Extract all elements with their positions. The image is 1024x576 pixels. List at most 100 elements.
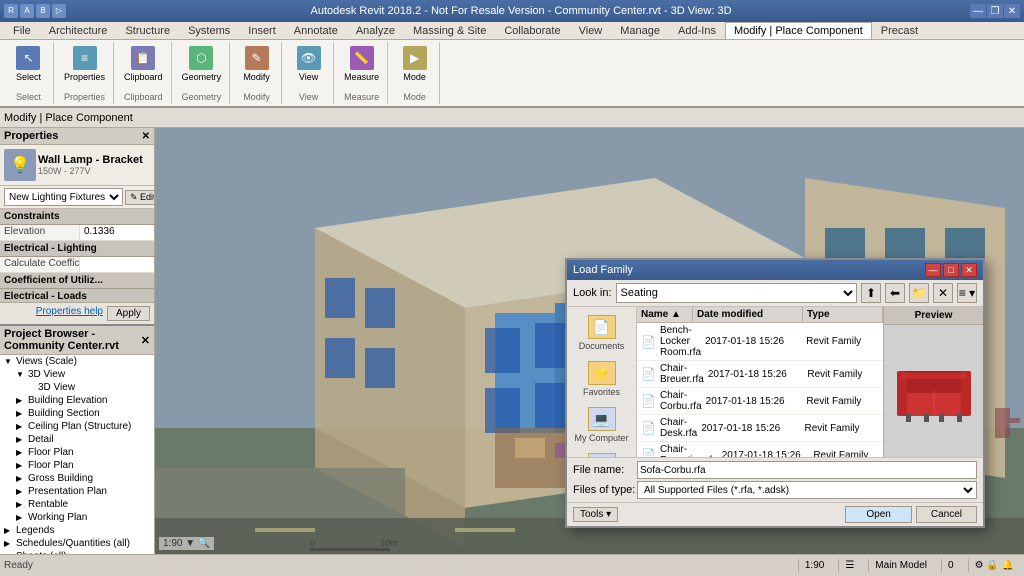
ribbon-btn-mode[interactable]: ▶ Mode — [401, 44, 429, 84]
dialog-titlebar: Load Family — □ ✕ — [567, 260, 983, 280]
col-name[interactable]: Name ▲ — [637, 307, 693, 322]
tree-item-sheets[interactable]: ▶Sheets (all) — [0, 550, 154, 554]
prop-section-electrical-loads[interactable]: Electrical - Loads — [0, 289, 154, 302]
ribbon-btn-clipboard[interactable]: 📋 Clipboard — [122, 44, 165, 84]
view-scale: 1:90 ▼ 🔍 — [163, 538, 210, 549]
status-model: Main Model — [868, 559, 933, 572]
file-item-chair-corbu[interactable]: 📄 Chair-Corbu.rfa 2017-01-18 15:26 Revit… — [637, 388, 883, 415]
col-date[interactable]: Date modified — [693, 307, 803, 322]
minimize-button[interactable]: — — [970, 4, 986, 18]
prop-apply-btn[interactable]: Apply — [107, 306, 150, 321]
ribbon-btn-geometry[interactable]: ⬡ Geometry — [180, 44, 224, 84]
project-browser: Project Browser - Community Center.rvt ✕… — [0, 324, 154, 554]
prop-section-electrical-lighting[interactable]: Electrical - Lighting — [0, 241, 154, 257]
nav-up-btn[interactable]: ⬆ — [861, 283, 881, 303]
tree-item-3dview[interactable]: 3D View — [0, 381, 154, 394]
file-item-chair-desk[interactable]: 📄 Chair-Desk.rfa 2017-01-18 15:26 Revit … — [637, 415, 883, 442]
tree-item-floor-plan-2[interactable]: ▶Floor Plan — [0, 459, 154, 472]
ribbon-tab-structure[interactable]: Structure — [116, 22, 179, 39]
dialog-close-btn[interactable]: ✕ — [961, 263, 977, 277]
project-browser-header: Project Browser - Community Center.rvt ✕ — [0, 326, 154, 355]
nav-new-folder-btn[interactable]: 📁 — [909, 283, 929, 303]
tree-item-rentable[interactable]: ▶Rentable — [0, 498, 154, 511]
file-item-chair-breuer[interactable]: 📄 Chair-Breuer.rfa 2017-01-18 15:26 Revi… — [637, 361, 883, 388]
nav-view-btn[interactable]: ≡ ▾ — [957, 283, 977, 303]
prop-section-constraints[interactable]: Constraints — [0, 209, 154, 225]
svg-text:0: 0 — [310, 538, 315, 548]
properties-help-link[interactable]: Properties help — [36, 306, 103, 321]
dialog-file-area: Name ▲ Date modified Type 📄 Bench-Locker… — [637, 307, 883, 457]
app-icons: R A B ▷ — [4, 4, 66, 18]
restore-button[interactable]: ❐ — [987, 4, 1003, 18]
prop-edit-type-btn[interactable]: ✎ Edit Type — [125, 190, 154, 205]
app-icon-a: A — [20, 4, 34, 18]
ribbon-tab-modify---place-component[interactable]: Modify | Place Component — [725, 22, 872, 39]
filename-label: File name: — [573, 464, 633, 476]
ribbon-btn-select[interactable]: ↖ Select — [14, 44, 43, 84]
tree-item-views[interactable]: ▼Views (Scale) — [0, 355, 154, 368]
open-btn[interactable]: Open — [845, 506, 911, 523]
nav-shortcut-my-computer[interactable]: 💻 My Computer — [567, 403, 636, 447]
nav-delete-btn[interactable]: ✕ — [933, 283, 953, 303]
ribbon-content: ↖ Select Select ≡ Properties Properties … — [0, 40, 1024, 108]
ribbon-btn-measure[interactable]: 📏 Measure — [342, 44, 381, 84]
nav-shortcut-documents[interactable]: 📄 Documents — [567, 311, 636, 355]
dialog-minimize-btn[interactable]: — — [925, 263, 941, 277]
window-title: Autodesk Revit 2018.2 - Not For Resale V… — [72, 5, 970, 17]
dialog-restore-btn[interactable]: □ — [943, 263, 959, 277]
ribbon-tab-collaborate[interactable]: Collaborate — [495, 22, 569, 39]
title-bar: R A B ▷ Autodesk Revit 2018.2 - Not For … — [0, 0, 1024, 22]
file-icon-chair-executive: 📄 — [641, 448, 656, 457]
prop-type-dropdown[interactable]: New Lighting Fixtures — [4, 188, 123, 206]
ribbon-tab-file[interactable]: File — [4, 22, 40, 39]
filetype-select[interactable]: All Supported Files (*.rfa, *.adsk) — [637, 481, 977, 499]
ribbon-tab-view[interactable]: View — [570, 22, 612, 39]
favorites-icon: ⭐ — [588, 361, 616, 385]
ribbon-tab-insert[interactable]: Insert — [239, 22, 285, 39]
ribbon-tab-add-ins[interactable]: Add-Ins — [669, 22, 725, 39]
nav-shortcut-favorites[interactable]: ⭐ Favorites — [567, 357, 636, 401]
properties-close-btn[interactable]: ✕ — [142, 131, 150, 142]
tree-item-3dview-group[interactable]: ▼3D View — [0, 368, 154, 381]
ribbon-tab-massing-&-site[interactable]: Massing & Site — [404, 22, 495, 39]
tools-btn[interactable]: Tools ▾ — [573, 507, 618, 522]
prop-section-coefficient[interactable]: Coefficient of Utiliz... — [0, 273, 154, 289]
dialog-footer: File name: Files of type: All Supported … — [567, 457, 983, 502]
tree-item-schedules[interactable]: ▶Schedules/Quantities (all) — [0, 537, 154, 550]
ribbon-btn-view[interactable]: 👁 View — [295, 44, 323, 84]
app-icon-c: ▷ — [52, 4, 66, 18]
tree-item-floor-plan[interactable]: ▶Floor Plan — [0, 446, 154, 459]
ribbon-btn-properties[interactable]: ≡ Properties — [62, 44, 107, 84]
ribbon-btn-modify[interactable]: ✎ Modify — [241, 44, 272, 84]
close-button[interactable]: ✕ — [1004, 4, 1020, 18]
ribbon-tab-precast[interactable]: Precast — [872, 22, 927, 39]
view-area[interactable]: OSCAD BIM SE 0 10m 1:90 ▼ 🔍 Load Family … — [155, 128, 1024, 554]
path-select[interactable]: Seating — [616, 283, 857, 303]
tree-item-ceiling-plan[interactable]: ▶Ceiling Plan (Structure) — [0, 420, 154, 433]
tree-item-building-elevation[interactable]: ▶Building Elevation — [0, 394, 154, 407]
tree-item-building-section[interactable]: ▶Building Section — [0, 407, 154, 420]
prop-val-elevation[interactable] — [80, 225, 154, 240]
file-item-bench[interactable]: 📄 Bench-Locker Room.rfa 2017-01-18 15:26… — [637, 323, 883, 361]
project-browser-close[interactable]: ✕ — [141, 334, 150, 347]
window-controls[interactable]: — ❐ ✕ — [970, 4, 1020, 18]
ribbon-tab-systems[interactable]: Systems — [179, 22, 239, 39]
nav-shortcut-network[interactable]: 🌐 My Network... — [567, 449, 636, 457]
nav-back-btn[interactable]: ⬅ — [885, 283, 905, 303]
cancel-btn[interactable]: Cancel — [916, 506, 977, 523]
tree-item-gross-building[interactable]: ▶Gross Building — [0, 472, 154, 485]
col-type[interactable]: Type — [803, 307, 883, 322]
prop-row-calculate: Calculate Coefficients... — [0, 257, 154, 273]
file-item-chair-executive[interactable]: 📄 Chair-Executive.rfa 2017-01-18 15:26 R… — [637, 442, 883, 457]
ribbon-tab-analyze[interactable]: Analyze — [347, 22, 404, 39]
project-browser-title: Project Browser - Community Center.rvt — [4, 328, 141, 352]
filename-input[interactable] — [637, 461, 977, 479]
documents-icon: 📄 — [588, 315, 616, 339]
ribbon-tab-architecture[interactable]: Architecture — [40, 22, 117, 39]
tree-item-working-plan[interactable]: ▶Working Plan — [0, 511, 154, 524]
tree-item-legends[interactable]: ▶Legends — [0, 524, 154, 537]
tree-item-presentation-plan[interactable]: ▶Presentation Plan — [0, 485, 154, 498]
ribbon-tab-manage[interactable]: Manage — [611, 22, 669, 39]
ribbon-tab-annotate[interactable]: Annotate — [285, 22, 347, 39]
tree-item-detail[interactable]: ▶Detail — [0, 433, 154, 446]
